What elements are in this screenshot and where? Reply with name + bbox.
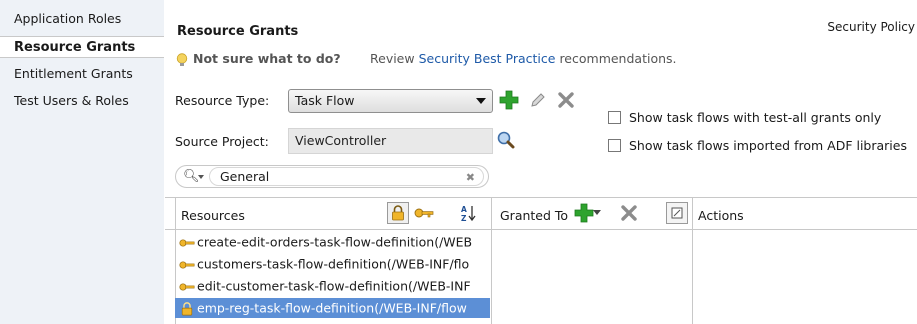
resource-type-label: Resource Type:	[175, 93, 270, 108]
list-item[interactable]: edit-customer-task-flow-definition(/WEB-…	[177, 276, 490, 296]
delete-x-icon	[558, 92, 574, 108]
sort-button[interactable]: A Z	[458, 202, 480, 224]
tip-prefix: Review	[370, 51, 419, 66]
browse-project-button[interactable]	[495, 129, 517, 151]
resource-name: emp-reg-task-flow-definition(/WEB-INF/fl…	[197, 300, 467, 316]
test-all-grants-option[interactable]: Show task flows with test-all grants onl…	[608, 110, 881, 125]
grant-details-button[interactable]	[666, 202, 688, 224]
resource-type-select[interactable]: Task Flow	[288, 89, 493, 113]
tip-text: Review Security Best Practice recommenda…	[370, 51, 677, 66]
pencil-icon	[531, 93, 545, 107]
edit-resource-button[interactable]	[527, 89, 549, 111]
lock-icon	[392, 205, 404, 221]
page-title: Resource Grants	[177, 24, 299, 39]
resource-name: customers-task-flow-definition(/WEB-INF/…	[197, 256, 470, 272]
filter-secured-button[interactable]	[387, 202, 409, 224]
filter-granted-button[interactable]	[413, 202, 435, 224]
list-item[interactable]: customers-task-flow-definition(/WEB-INF/…	[177, 254, 490, 274]
sidebar-item-resource-grants[interactable]: Resource Grants	[0, 36, 164, 58]
svg-text:A: A	[461, 205, 467, 214]
key-icon	[179, 238, 195, 247]
magnifier-icon	[497, 131, 515, 149]
tip-suffix: recommendations.	[555, 51, 677, 66]
imported-adf-checkbox[interactable]	[608, 139, 621, 152]
key-icon	[179, 282, 195, 291]
resource-search: 🔍︎ General ✖	[175, 165, 489, 188]
resource-name: create-edit-orders-task-flow-definition(…	[197, 234, 473, 250]
lightbulb-icon	[176, 53, 188, 66]
resources-column-header: Resources	[181, 208, 245, 223]
resource-name: edit-customer-task-flow-definition(/WEB-…	[197, 278, 471, 294]
test-all-grants-label: Show task flows with test-all grants onl…	[629, 110, 882, 125]
add-resource-button[interactable]	[498, 89, 520, 111]
list-item[interactable]: create-edit-orders-task-flow-definition(…	[177, 232, 490, 252]
list-item[interactable]: emp-reg-task-flow-definition(/WEB-INF/fl…	[175, 298, 490, 318]
main-panel: Resource Grants Security Policy Not sure…	[165, 0, 917, 324]
sidebar: Application Roles Resource Grants Entitl…	[0, 0, 164, 324]
plus-icon	[499, 90, 519, 110]
key-icon	[179, 260, 195, 269]
security-best-practice-link[interactable]: Security Best Practice	[419, 51, 556, 66]
sidebar-item-application-roles[interactable]: Application Roles	[0, 8, 164, 30]
add-grantee-menu-button[interactable]	[591, 202, 603, 224]
chevron-down-icon	[593, 210, 601, 215]
chevron-down-icon	[476, 98, 486, 104]
key-icon	[414, 208, 434, 218]
svg-text:Z: Z	[461, 214, 467, 222]
actions-column-header: Actions	[698, 208, 744, 223]
source-project-label: Source Project:	[175, 134, 269, 149]
tip-question: Not sure what to do?	[193, 51, 341, 66]
lock-icon	[181, 301, 193, 315]
clear-search-icon[interactable]: ✖	[466, 169, 475, 186]
remove-grantee-button[interactable]	[618, 202, 640, 224]
column-divider	[491, 197, 492, 324]
search-input[interactable]: General ✖	[209, 167, 484, 186]
sidebar-item-entitlement-grants[interactable]: Entitlement Grants	[0, 63, 164, 85]
search-value: General	[220, 169, 270, 184]
sort-az-icon: A Z	[461, 205, 476, 222]
column-divider	[692, 197, 693, 324]
granted-to-column-header: Granted To	[500, 208, 569, 223]
delete-resource-button[interactable]	[555, 89, 577, 111]
delete-x-icon	[621, 205, 637, 221]
resource-type-value: Task Flow	[295, 93, 355, 108]
security-policy-label: Security Policy	[827, 20, 915, 34]
test-all-grants-checkbox[interactable]	[608, 111, 621, 124]
imported-adf-label: Show task flows imported from ADF librar…	[629, 138, 907, 153]
source-project-field[interactable]: ViewController	[288, 128, 493, 154]
imported-adf-option[interactable]: Show task flows imported from ADF librar…	[608, 138, 907, 153]
window-icon	[671, 207, 683, 219]
search-options-chevron-icon[interactable]	[198, 175, 204, 179]
sidebar-item-test-users-roles[interactable]: Test Users & Roles	[0, 90, 164, 112]
